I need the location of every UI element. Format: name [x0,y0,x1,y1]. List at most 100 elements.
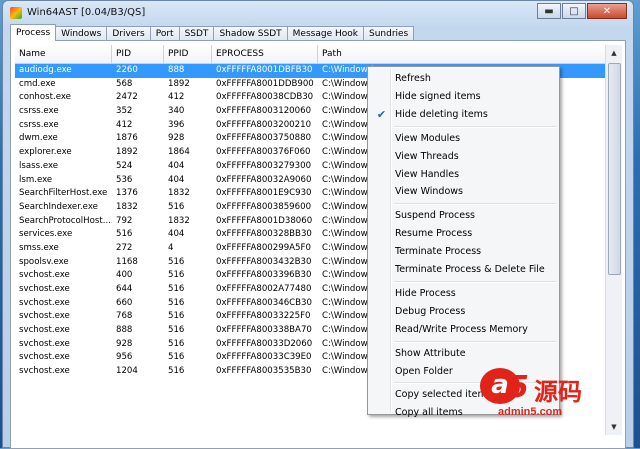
cell-ppid: 404 [168,160,185,171]
cell-ppid: 516 [168,201,185,212]
cell-ppid: 516 [168,311,185,322]
cell-pid: 1376 [116,188,138,199]
context-menu: Refresh Hide signed items ✔ Hide deleting i… [367,66,560,418]
maximize-button[interactable]: □ [562,3,586,19]
cell-name: svchost.exe [19,352,70,363]
menu-item-terminate-process-delete-file[interactable]: Terminate Process & Delete File [371,261,556,278]
cell-ppid: 396 [168,119,185,130]
menu-item-suspend-process[interactable]: Suspend Process [371,207,556,224]
tab-drivers[interactable]: Drivers [106,26,151,41]
cell-pid: 888 [116,325,133,336]
cell-eprocess: 0xFFFFFA80033C39E0 [216,352,312,363]
cell-ppid: 516 [168,284,185,294]
tab-message-hook[interactable]: Message Hook [286,26,364,41]
menu-item-terminate-process[interactable]: Terminate Process [371,243,556,260]
scroll-up-icon[interactable]: ▲ [606,45,622,61]
tab-sundries[interactable]: Sundries [362,26,415,41]
window-title: Win64AST [0.04/B3/QS] [27,7,146,18]
checkmark-icon: ✔ [376,107,387,121]
cell-name: spoolsv.exe [19,256,69,267]
menu-item-show-attribute[interactable]: Show Attribute [371,345,556,362]
minimize-button[interactable]: ▬ [537,3,561,19]
cell-ppid: 928 [168,133,185,144]
menu-item-label: Terminate Process [395,246,482,258]
cell-pid: 352 [116,106,133,117]
cell-eprocess: 0xFFFFFA8003120060 [216,106,312,117]
cell-eprocess: 0xFFFFFA800338BA70 [216,325,312,336]
menu-item-view-handles[interactable]: View Handles [371,166,556,183]
menu-item-view-windows[interactable]: View Windows [371,183,556,200]
tab-ssdt[interactable]: SSDT [178,26,215,41]
cell-eprocess: 0xFFFFFA8001E9C930 [216,188,312,199]
menu-item-label: Debug Process [395,305,466,317]
menu-item-hide-signed-items[interactable]: Hide signed items [371,88,556,105]
cell-ppid: 888 [168,65,185,75]
menu-item-label: Open Folder [395,365,453,377]
menu-item-resume-process[interactable]: Resume Process [371,225,556,242]
watermark-url: admin5.com [498,406,563,418]
menu-item-read-write-process-memory[interactable]: Read/Write Process Memory [371,321,556,338]
column-header-path[interactable]: Path [318,45,609,64]
cell-name: services.exe [19,229,73,240]
close-button[interactable]: ✕ [587,3,627,19]
cell-pid: 956 [116,352,133,363]
cell-ppid: 340 [168,106,185,117]
cell-ppid: 516 [168,352,185,363]
tab-windows[interactable]: Windows [55,26,108,41]
cell-ppid: 1864 [168,147,190,158]
menu-item-label: Read/Write Process Memory [395,323,528,335]
cell-pid: 2260 [116,65,138,75]
menu-separator [394,125,556,128]
cell-eprocess: 0xFFFFFA80033225F0 [216,311,311,322]
cell-name: lsm.exe [19,174,53,185]
cell-pid: 1832 [116,201,138,212]
cell-eprocess: 0xFFFFFA8003750880 [216,133,312,144]
cell-pid: 792 [116,215,133,226]
cell-name: cmd.exe [19,78,56,89]
cell-ppid: 4 [168,242,174,253]
cell-pid: 272 [116,242,133,253]
cell-name: smss.exe [19,242,59,253]
cell-eprocess: 0xFFFFFA8003535B30 [216,366,312,377]
cell-eprocess: 0xFFFFFA80032A9060 [216,174,312,185]
cell-pid: 644 [116,284,133,294]
cell-name: conhost.exe [19,92,71,103]
menu-item-refresh[interactable]: Refresh [371,70,556,87]
cell-eprocess: 0xFFFFFA8003432B30 [216,256,312,267]
cell-eprocess: 0xFFFFFA80033D2060 [216,338,313,349]
cell-eprocess: 0xFFFFFA800299A5F0 [216,242,311,253]
menu-item-hide-process[interactable]: Hide Process [371,285,556,302]
cell-name: svchost.exe [19,284,70,294]
cell-eprocess: 0xFFFFFA80038CDB30 [216,92,314,103]
tab-port[interactable]: Port [149,26,180,41]
menu-item-debug-process[interactable]: Debug Process [371,303,556,320]
column-header-pid[interactable]: PID [112,45,164,64]
cell-name: svchost.exe [19,297,70,308]
cell-pid: 1168 [116,256,138,267]
menu-separator [394,340,556,343]
cell-ppid: 1832 [168,215,190,226]
column-header-name[interactable]: Name [15,45,112,64]
menu-item-label: View Modules [395,132,461,144]
tab-process[interactable]: Process [10,24,57,41]
menu-item-view-threads[interactable]: View Threads [371,148,556,165]
menu-item-hide-deleting-items[interactable]: ✔ Hide deleting items [371,106,556,123]
tab-shadow-ssdt[interactable]: Shadow SSDT [213,26,288,41]
cell-eprocess: 0xFFFFFA800376F060 [216,147,311,158]
cell-ppid: 516 [168,366,185,377]
cell-pid: 928 [116,338,133,349]
app-icon [10,7,22,19]
tab-strip: Process Windows Drivers Port SSDT Shadow SSDT… [10,24,415,41]
cell-name: SearchFilterHost.exe [19,188,108,199]
cell-name: SearchIndexer.exe [19,201,98,212]
scroll-thumb[interactable] [608,63,621,275]
column-header-eprocess[interactable]: EPROCESS [212,45,318,64]
cell-pid: 516 [116,229,133,240]
menu-item-label: Hide deleting items [395,108,488,120]
cell-eprocess: 0xFFFFFA8002A77480 [216,284,312,294]
cell-pid: 660 [116,297,133,308]
column-header-ppid[interactable]: PPID [164,45,212,64]
title-bar[interactable]: Win64AST [0.04/B3/QS] ▬ □ ✕ [3,1,633,25]
menu-item-view-modules[interactable]: View Modules [371,130,556,147]
cell-pid: 412 [116,119,133,130]
